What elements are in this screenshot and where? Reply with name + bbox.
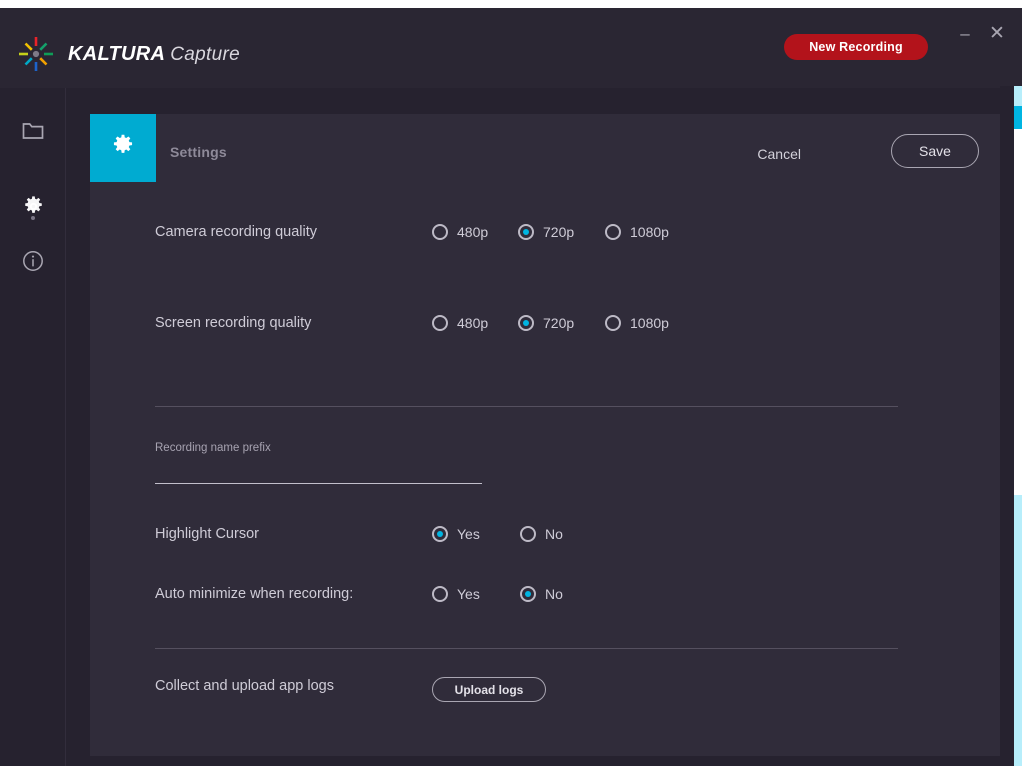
sidebar-item-about[interactable] bbox=[0, 240, 66, 286]
radio-group-auto-minimize: Yes No bbox=[432, 586, 563, 602]
app-root: KALTURA Capture New Recording – ✕ Settin… bbox=[0, 0, 1030, 766]
settings-content-panel: Settings Cancel Save Camera recording qu… bbox=[90, 114, 1000, 756]
folder-icon bbox=[22, 121, 44, 145]
scrollbar-track-upper[interactable] bbox=[1014, 86, 1022, 106]
radio-option-camera-1080p[interactable]: 1080p bbox=[605, 224, 669, 240]
radio-option-label: 720p bbox=[543, 315, 575, 331]
upload-logs-button[interactable]: Upload logs bbox=[432, 677, 546, 702]
active-indicator-dot bbox=[31, 216, 35, 220]
radio-option-camera-480p[interactable]: 480p bbox=[432, 224, 518, 240]
radio-circle bbox=[432, 315, 448, 331]
radio-group-screen-quality: 480p 720p 1080p bbox=[432, 315, 669, 331]
row-label: Screen recording quality bbox=[155, 315, 312, 331]
radio-option-camera-720p[interactable]: 720p bbox=[518, 224, 605, 240]
radio-option-label: 480p bbox=[457, 224, 489, 240]
radio-circle bbox=[605, 224, 621, 240]
recording-prefix-input[interactable] bbox=[155, 454, 482, 484]
close-button[interactable]: ✕ bbox=[984, 20, 1010, 46]
radio-option-label: Yes bbox=[457, 526, 480, 542]
row-screen-quality: Screen recording quality bbox=[155, 315, 311, 331]
radio-circle bbox=[605, 315, 621, 331]
radio-option-label: 1080p bbox=[630, 315, 669, 331]
row-auto-minimize: Auto minimize when recording: bbox=[155, 586, 353, 602]
radio-option-label: 480p bbox=[457, 315, 489, 331]
radio-group-camera-quality: 480p 720p 1080p bbox=[432, 224, 669, 240]
minimize-button[interactable]: – bbox=[952, 20, 978, 46]
radio-option-highlight-yes[interactable]: Yes bbox=[432, 526, 520, 542]
radio-group-highlight-cursor: Yes No bbox=[432, 526, 563, 542]
kaltura-capture-window: KALTURA Capture New Recording – ✕ Settin… bbox=[0, 8, 1022, 766]
radio-circle bbox=[518, 315, 534, 331]
radio-circle bbox=[520, 586, 536, 602]
row-label: Highlight Cursor bbox=[155, 526, 259, 542]
brand-wordmark: KALTURA Capture bbox=[68, 44, 240, 64]
sidebar-item-settings[interactable] bbox=[0, 186, 66, 232]
new-recording-button[interactable]: New Recording bbox=[784, 34, 928, 60]
row-label: Auto minimize when recording: bbox=[155, 586, 354, 602]
page-title: Settings bbox=[170, 144, 227, 160]
row-highlight-cursor: Highlight Cursor bbox=[155, 526, 259, 542]
radio-circle bbox=[518, 224, 534, 240]
radio-option-screen-720p[interactable]: 720p bbox=[518, 315, 605, 331]
radio-option-highlight-no[interactable]: No bbox=[520, 526, 563, 542]
row-camera-quality: Camera recording quality bbox=[155, 224, 317, 240]
radio-option-minimize-yes[interactable]: Yes bbox=[432, 586, 520, 602]
radio-option-screen-480p[interactable]: 480p bbox=[432, 315, 518, 331]
divider-bottom bbox=[155, 648, 898, 649]
scrollbar-thumb[interactable] bbox=[1014, 106, 1022, 129]
row-upload-logs: Collect and upload app logs bbox=[155, 678, 334, 694]
radio-option-label: No bbox=[545, 586, 563, 602]
row-label: Collect and upload app logs bbox=[155, 678, 334, 694]
brand-product: Capture bbox=[170, 44, 240, 65]
left-nav-rail bbox=[0, 88, 66, 766]
row-label: Camera recording quality bbox=[155, 224, 317, 240]
cancel-button[interactable]: Cancel bbox=[753, 140, 805, 168]
radio-option-label: 720p bbox=[543, 224, 575, 240]
scrollbar-track-lower[interactable] bbox=[1014, 495, 1022, 766]
right-edge-strip bbox=[1000, 86, 1014, 766]
radio-option-label: Yes bbox=[457, 586, 480, 602]
brand-logo: KALTURA Capture bbox=[18, 36, 240, 72]
sidebar-item-library[interactable] bbox=[0, 110, 66, 156]
radio-circle bbox=[432, 224, 448, 240]
radio-option-label: No bbox=[545, 526, 563, 542]
radio-circle bbox=[520, 526, 536, 542]
radio-circle bbox=[432, 586, 448, 602]
settings-header: Settings Cancel Save bbox=[90, 114, 1000, 182]
gear-icon bbox=[110, 133, 136, 164]
title-bar: KALTURA Capture New Recording – ✕ bbox=[0, 8, 1022, 88]
divider-top bbox=[155, 406, 898, 407]
brand-name: KALTURA bbox=[68, 43, 166, 65]
radio-option-minimize-no[interactable]: No bbox=[520, 586, 563, 602]
radio-option-screen-1080p[interactable]: 1080p bbox=[605, 315, 669, 331]
kaltura-starburst-icon bbox=[18, 36, 54, 72]
info-circle-icon bbox=[22, 250, 44, 277]
radio-option-label: 1080p bbox=[630, 224, 669, 240]
save-button[interactable]: Save bbox=[891, 134, 979, 168]
recording-prefix-label: Recording name prefix bbox=[155, 442, 271, 454]
settings-tab-tile[interactable] bbox=[90, 114, 156, 182]
radio-circle bbox=[432, 526, 448, 542]
